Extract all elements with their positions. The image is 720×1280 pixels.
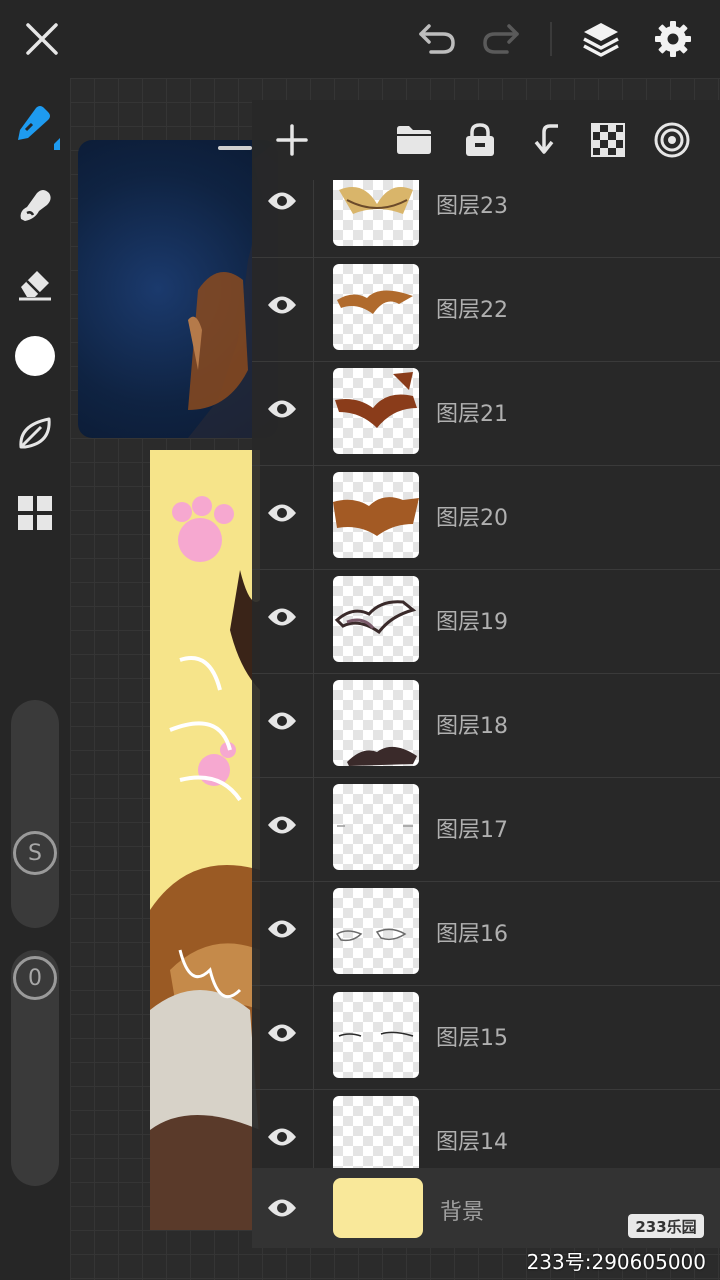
layer-name: 图层16: [436, 922, 508, 947]
layer-row[interactable]: 图层15: [252, 986, 720, 1090]
layer-row[interactable]: 图层18: [252, 674, 720, 778]
layer-thumbnail: [333, 888, 419, 974]
smudge-icon[interactable]: [10, 180, 60, 230]
watermark-logo: 233乐园: [628, 1214, 704, 1238]
left-toolbar: S 0: [0, 78, 70, 1280]
layer-row[interactable]: 图层19: [252, 570, 720, 674]
layer-list[interactable]: 图层23 图层22 图层21 图层20 图层19 图层18 图层17 图层16 …: [252, 180, 720, 1268]
redo-icon[interactable]: [476, 14, 526, 64]
background-color-swatch[interactable]: [333, 1178, 423, 1238]
layers-panel-toolbar: [252, 100, 720, 180]
layer-thumbnail: [333, 784, 419, 870]
layer-name: 图层19: [436, 610, 508, 635]
target-icon[interactable]: [647, 115, 697, 165]
drawing-app-screen: S 0 图层23 图层22 图层21 图层20 图层19 图层18 图层17 图…: [0, 0, 720, 1280]
row-divider: [313, 778, 314, 882]
visibility-eye-icon[interactable]: [262, 1013, 302, 1053]
layer-row[interactable]: 图层23: [252, 180, 720, 258]
grid-icon[interactable]: [10, 488, 60, 538]
layer-name: 图层18: [436, 714, 508, 739]
row-divider: [313, 362, 314, 466]
brush-opacity-knob[interactable]: 0: [13, 956, 57, 1000]
layer-name: 图层14: [436, 1130, 508, 1155]
visibility-eye-icon[interactable]: [262, 701, 302, 741]
layer-row[interactable]: 图层20: [252, 466, 720, 570]
visibility-eye-icon[interactable]: [262, 1117, 302, 1157]
top-bar: [0, 0, 720, 78]
layer-thumbnail: [333, 576, 419, 662]
brush-opacity-label: 0: [28, 965, 42, 991]
visibility-eye-icon[interactable]: [262, 493, 302, 533]
row-divider: [313, 466, 314, 570]
visibility-eye-icon[interactable]: [262, 1188, 302, 1228]
leaf-icon[interactable]: [10, 408, 60, 458]
layer-row[interactable]: 图层16: [252, 882, 720, 986]
layer-thumbnail: [333, 180, 419, 246]
layer-thumbnail: [333, 264, 419, 350]
layers-panel: 图层23 图层22 图层21 图层20 图层19 图层18 图层17 图层16 …: [218, 100, 720, 1248]
color-swatch[interactable]: [10, 331, 60, 381]
add-layer-icon[interactable]: [267, 115, 317, 165]
layer-name: 图层20: [436, 506, 508, 531]
row-divider: [313, 882, 314, 986]
row-divider: [313, 986, 314, 1090]
layer-thumbnail: [333, 992, 419, 1078]
undo-icon[interactable]: [412, 14, 462, 64]
folder-icon[interactable]: [389, 115, 439, 165]
layer-thumbnail: [333, 368, 419, 454]
settings-icon[interactable]: [648, 14, 698, 64]
brush-icon[interactable]: [10, 100, 60, 150]
lock-icon[interactable]: [455, 115, 505, 165]
row-divider: [313, 674, 314, 778]
layer-row[interactable]: 图层21: [252, 362, 720, 466]
watermark-text: 233号:290605000: [526, 1250, 706, 1274]
row-divider: [313, 570, 314, 674]
layer-name: 图层22: [436, 298, 508, 323]
close-icon[interactable]: [17, 14, 67, 64]
layer-thumbnail: [333, 680, 419, 766]
layer-name: 图层23: [436, 194, 508, 219]
brush-size-label: S: [28, 840, 42, 866]
layer-row[interactable]: 图层22: [252, 258, 720, 362]
visibility-eye-icon[interactable]: [262, 597, 302, 637]
row-divider: [313, 180, 314, 258]
merge-down-icon[interactable]: [519, 115, 569, 165]
visibility-eye-icon[interactable]: [262, 389, 302, 429]
panel-drag-handle[interactable]: [218, 146, 252, 150]
artwork-preview-main: [150, 450, 260, 1230]
layer-name: 图层21: [436, 402, 508, 427]
visibility-eye-icon[interactable]: [262, 181, 302, 221]
layer-row[interactable]: 图层17: [252, 778, 720, 882]
brush-size-knob[interactable]: S: [13, 831, 57, 875]
layer-name: 图层17: [436, 818, 508, 843]
artwork-preview-top: [78, 140, 278, 438]
visibility-eye-icon[interactable]: [262, 909, 302, 949]
eraser-icon[interactable]: [10, 258, 60, 308]
layer-name: 图层15: [436, 1026, 508, 1051]
row-divider: [313, 258, 314, 362]
transparency-icon[interactable]: [583, 115, 633, 165]
visibility-eye-icon[interactable]: [262, 805, 302, 845]
layer-thumbnail: [333, 472, 419, 558]
topbar-divider: [550, 22, 552, 56]
brush-size-slider[interactable]: [11, 700, 59, 928]
layers-icon[interactable]: [576, 14, 626, 64]
background-layer-name: 背景: [440, 1200, 485, 1225]
visibility-eye-icon[interactable]: [262, 285, 302, 325]
